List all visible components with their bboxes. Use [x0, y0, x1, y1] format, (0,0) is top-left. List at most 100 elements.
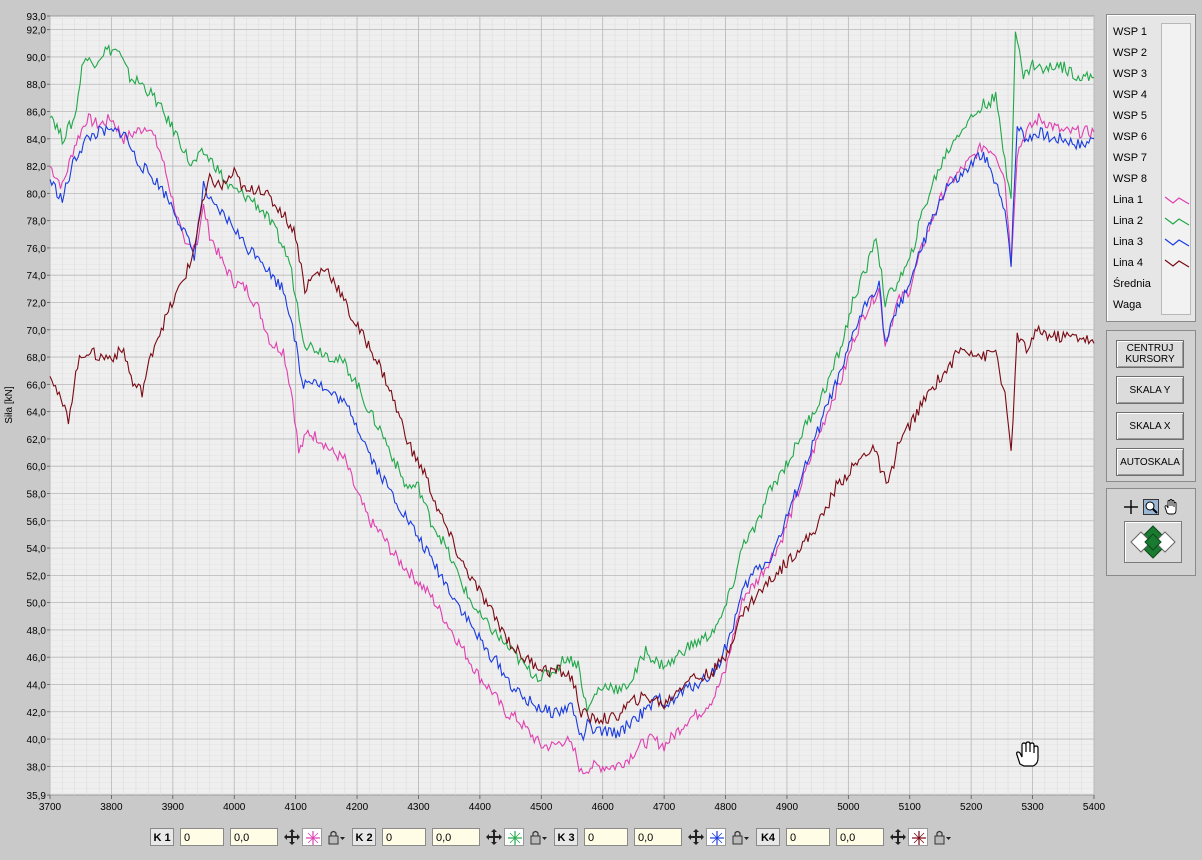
diamond-navigator-icon — [1130, 525, 1176, 559]
legend-item-label: WSP 1 — [1113, 26, 1148, 38]
y-tick-label: 93,0 — [27, 12, 47, 23]
lock-icon[interactable] — [730, 828, 750, 846]
x-tick-label: 4600 — [592, 802, 615, 813]
y-tick-label: 90,0 — [27, 53, 47, 64]
y-tick-label: 82,0 — [27, 162, 47, 173]
legend-item[interactable]: WSP 5 — [1113, 106, 1193, 126]
y-tick-label: 88,0 — [27, 80, 47, 91]
diamond-navigator-button[interactable] — [1124, 521, 1182, 563]
scale-y-button[interactable]: SKALA Y — [1116, 376, 1184, 404]
cursor-x-input[interactable]: 0 — [180, 828, 224, 846]
legend-item-label: Średnia — [1113, 278, 1151, 290]
x-tick-label: 3800 — [100, 802, 123, 813]
x-tick-label: 4400 — [469, 802, 492, 813]
legend-item[interactable]: WSP 4 — [1113, 85, 1193, 105]
legend-line-swatch — [1164, 259, 1190, 268]
legend-item[interactable]: Lina 3 — [1113, 232, 1193, 252]
legend-item[interactable]: Lina 1 — [1113, 190, 1193, 210]
move-arrows-icon[interactable] — [888, 828, 908, 846]
x-tick-label: 3700 — [39, 802, 62, 813]
y-tick-label: 35,9 — [27, 791, 47, 802]
x-tick-label: 4800 — [714, 802, 737, 813]
move-arrows-icon[interactable] — [282, 828, 302, 846]
y-tick-label: 56,0 — [27, 517, 47, 528]
move-arrows-icon[interactable] — [484, 828, 504, 846]
y-tick-label: 46,0 — [27, 653, 47, 664]
legend-line-swatch — [1164, 196, 1190, 205]
legend-item-label: WSP 3 — [1113, 68, 1148, 80]
x-tick-label: 4200 — [346, 802, 369, 813]
y-tick-label: 78,0 — [27, 217, 47, 228]
crosshair-icon[interactable] — [1123, 499, 1139, 515]
y-tick-label: 40,0 — [27, 735, 47, 746]
x-tick-label: 4500 — [530, 802, 553, 813]
cursor-y-input[interactable]: 0,0 — [634, 828, 682, 846]
move-arrows-icon[interactable] — [686, 828, 706, 846]
y-tick-label: 52,0 — [27, 571, 47, 582]
y-tick-label: 62,0 — [27, 435, 47, 446]
cursor-x-input[interactable]: 0 — [786, 828, 830, 846]
center-cursors-label-1: CENTRUJ — [1126, 343, 1174, 354]
y-tick-label: 38,0 — [27, 762, 47, 773]
lock-icon[interactable] — [326, 828, 346, 846]
legend-item-label: Lina 3 — [1113, 236, 1143, 248]
y-tick-label: 44,0 — [27, 680, 47, 691]
y-tick-label: 92,0 — [27, 26, 47, 37]
legend-item-label: WSP 6 — [1113, 131, 1148, 143]
center-cursors-button[interactable]: CENTRUJ KURSORY — [1116, 340, 1184, 368]
y-tick-label: 48,0 — [27, 626, 47, 637]
x-tick-label: 5200 — [960, 802, 983, 813]
x-tick-label: 5300 — [1021, 802, 1044, 813]
legend-item[interactable]: WSP 6 — [1113, 127, 1193, 147]
cursor-control-1: K 1 0 0,0 — [150, 826, 350, 848]
y-tick-label: 68,0 — [27, 353, 47, 364]
legend-item[interactable]: Lina 4 — [1113, 253, 1193, 273]
cursor-label: K4 — [756, 828, 780, 846]
crosshair-icon[interactable] — [706, 828, 726, 846]
y-axis-ticks: 35,9 38,0 40,0 42,0 44,0 46,0 48,0 50,0 52,0 54,0… — [27, 12, 50, 802]
plot-legend: WSP 1 WSP 2 WSP 3 WSP 4 WSP 5 WSP 6 WSP 7 WSP 8… — [1106, 14, 1196, 322]
scale-x-button[interactable]: SKALA X — [1116, 412, 1184, 440]
cursor-control-bar: K 1 0 0,0 K 2 0 0,0 K 3 0 0,0 K4 0 0,0 — [0, 826, 1202, 850]
crosshair-icon[interactable] — [504, 828, 524, 846]
y-tick-label: 80,0 — [27, 189, 47, 200]
lock-icon[interactable] — [932, 828, 952, 846]
cursor-y-input[interactable]: 0,0 — [836, 828, 884, 846]
legend-item[interactable]: WSP 3 — [1113, 64, 1193, 84]
y-axis-label: Siła [kN] — [4, 386, 15, 423]
x-tick-label: 4900 — [776, 802, 799, 813]
autoscale-button[interactable]: AUTOSKALA — [1116, 448, 1184, 476]
scale-x-label: SKALA X — [1129, 420, 1171, 432]
lock-icon[interactable] — [528, 828, 548, 846]
crosshair-icon[interactable] — [302, 828, 322, 846]
zoom-icon[interactable] — [1143, 499, 1159, 515]
cursor-y-input[interactable]: 0,0 — [432, 828, 480, 846]
x-tick-label: 4100 — [285, 802, 308, 813]
cursor-control-3: K 3 0 0,0 — [554, 826, 754, 848]
cursor-control-2: K 2 0 0,0 — [352, 826, 552, 848]
legend-item[interactable]: WSP 1 — [1113, 22, 1193, 42]
legend-item-label: Lina 2 — [1113, 215, 1143, 227]
cursor-label: K 2 — [352, 828, 376, 846]
y-tick-label: 66,0 — [27, 380, 47, 391]
legend-item[interactable]: WSP 2 — [1113, 43, 1193, 63]
legend-item[interactable]: Waga — [1113, 295, 1193, 315]
cursor-x-input[interactable]: 0 — [382, 828, 426, 846]
x-tick-label: 3900 — [162, 802, 185, 813]
legend-item[interactable]: Lina 2 — [1113, 211, 1193, 231]
y-tick-label: 72,0 — [27, 298, 47, 309]
legend-item-label: WSP 2 — [1113, 47, 1148, 59]
x-tick-label: 4300 — [407, 802, 430, 813]
y-tick-label: 70,0 — [27, 326, 47, 337]
cursor-control-4: K4 0 0,0 — [756, 826, 956, 848]
chart-area[interactable]: 35,9 38,0 40,0 42,0 44,0 46,0 48,0 50,0 52,0 54,0… — [0, 0, 1202, 860]
cursor-y-input[interactable]: 0,0 — [230, 828, 278, 846]
pan-hand-icon[interactable] — [1163, 499, 1179, 515]
legend-item[interactable]: WSP 7 — [1113, 148, 1193, 168]
legend-item[interactable]: Średnia — [1113, 274, 1193, 294]
legend-item-label: WSP 4 — [1113, 89, 1148, 101]
crosshair-icon[interactable] — [908, 828, 928, 846]
legend-item[interactable]: WSP 8 — [1113, 169, 1193, 189]
center-cursors-label-2: KURSORY — [1125, 354, 1175, 365]
cursor-x-input[interactable]: 0 — [584, 828, 628, 846]
